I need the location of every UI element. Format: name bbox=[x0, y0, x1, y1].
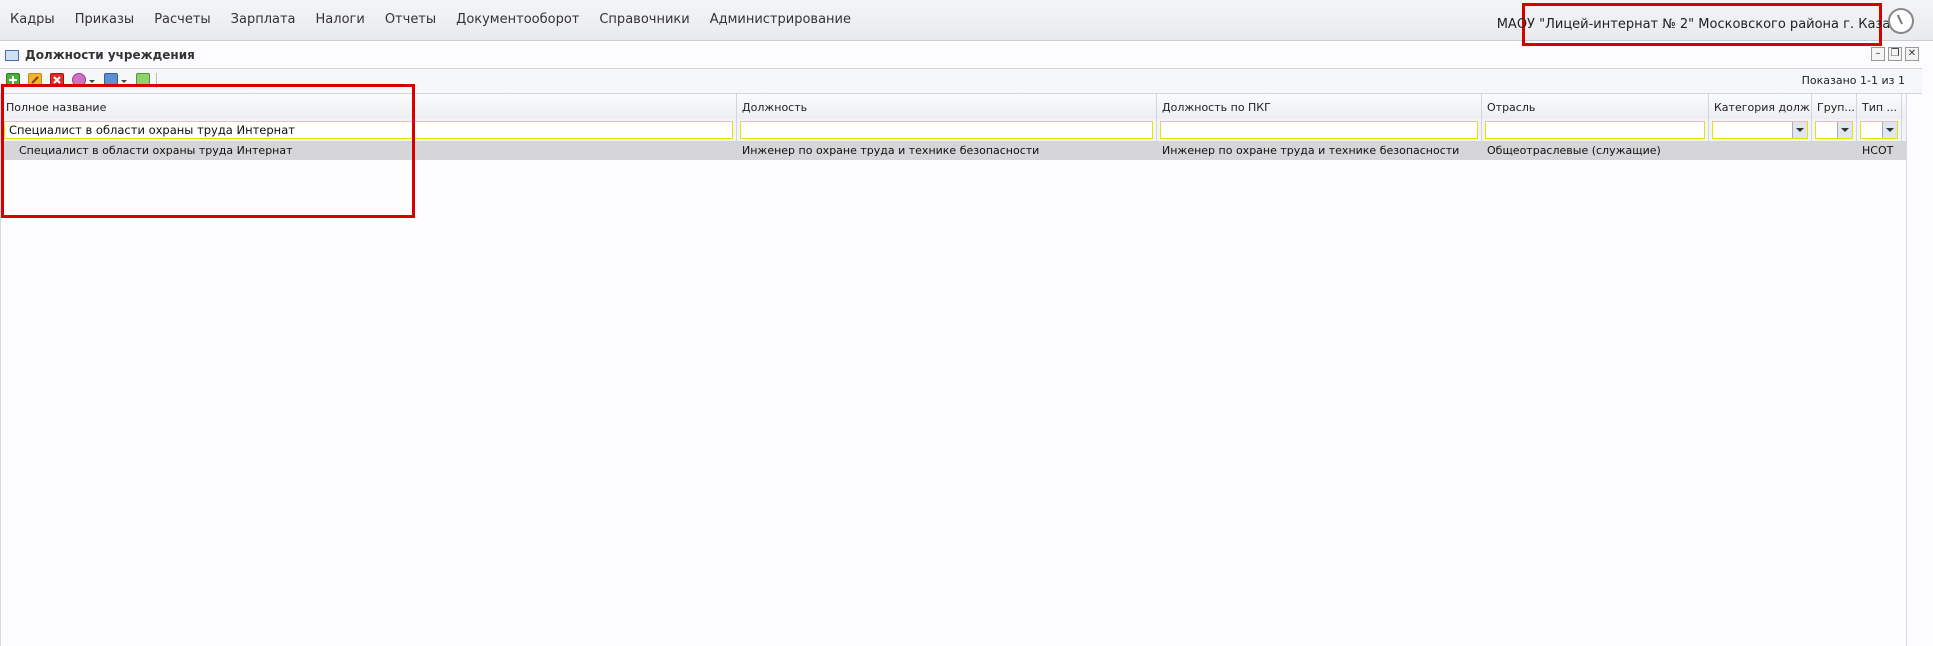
filter-category-select[interactable] bbox=[1712, 121, 1808, 139]
menu-item-taxes[interactable]: Налоги bbox=[306, 12, 375, 27]
cell-branch[interactable]: Общеотраслевые (служащие) bbox=[1482, 142, 1709, 160]
column-header-type[interactable]: Тип ... bbox=[1857, 94, 1902, 119]
organization-name[interactable]: МАОУ "Лицей-интернат № 2" Московского ра… bbox=[1497, 17, 1908, 32]
close-icon[interactable]: ✕ bbox=[1905, 47, 1919, 61]
grid-header-row: Полное название Должность Должность по П… bbox=[1, 94, 1906, 120]
refresh-icon[interactable] bbox=[136, 73, 150, 87]
menu-item-administration[interactable]: Администрирование bbox=[700, 12, 861, 27]
column-header-group[interactable]: Груп... bbox=[1812, 94, 1857, 119]
restore-icon[interactable]: ❐ bbox=[1888, 47, 1902, 61]
column-header-full-name[interactable]: Полное название bbox=[1, 94, 737, 119]
cell-pkg-position[interactable]: Инженер по охране труда и технике безопа… bbox=[1157, 142, 1482, 160]
grid-filter-row bbox=[1, 119, 1906, 142]
table-row[interactable]: Специалист в области охраны труда Интерн… bbox=[1, 142, 1906, 160]
toolbar: Показано 1-1 из 1 bbox=[0, 68, 1922, 94]
positions-grid: Полное название Должность Должность по П… bbox=[0, 94, 1907, 646]
menu-item-calculations[interactable]: Расчеты bbox=[144, 12, 220, 27]
column-header-category[interactable]: Категория долж... bbox=[1709, 94, 1812, 119]
filter-position-input[interactable] bbox=[740, 121, 1153, 139]
cell-group[interactable] bbox=[1812, 142, 1857, 160]
column-header-pkg-position[interactable]: Должность по ПКГ bbox=[1157, 94, 1482, 119]
cell-position[interactable]: Инженер по охране труда и технике безопа… bbox=[737, 142, 1157, 160]
menu-item-reports[interactable]: Отчеты bbox=[375, 12, 446, 27]
cell-full-name[interactable]: Специалист в области охраны труда Интерн… bbox=[1, 142, 737, 160]
edit-icon[interactable] bbox=[28, 73, 42, 87]
toolbar-separator bbox=[156, 73, 157, 88]
minimize-icon[interactable]: – bbox=[1871, 47, 1885, 61]
chevron-down-icon[interactable] bbox=[89, 80, 95, 83]
chevron-down-icon[interactable] bbox=[1882, 122, 1897, 138]
window-controls: – ❐ ✕ bbox=[1871, 47, 1919, 61]
filter-full-name-input[interactable] bbox=[4, 121, 733, 139]
clock-icon[interactable] bbox=[1888, 8, 1914, 34]
menu-item-salary[interactable]: Зарплата bbox=[221, 12, 306, 27]
filter-type-select[interactable] bbox=[1860, 121, 1898, 139]
top-menu-bar: Кадры Приказы Расчеты Зарплата Налоги От… bbox=[0, 0, 1933, 46]
chevron-down-icon[interactable] bbox=[1837, 122, 1852, 138]
main-menu: Кадры Приказы Расчеты Зарплата Налоги От… bbox=[0, 0, 861, 38]
menu-item-orders[interactable]: Приказы bbox=[65, 12, 144, 27]
filter-group-select[interactable] bbox=[1815, 121, 1853, 139]
menu-item-kadry[interactable]: Кадры bbox=[0, 12, 65, 27]
pager-info: Показано 1-1 из 1 bbox=[1801, 74, 1905, 87]
window-title-bar: Должности учреждения – ❐ ✕ bbox=[0, 45, 1933, 65]
window-title: Должности учреждения bbox=[25, 48, 195, 62]
cell-type[interactable]: НСОТ bbox=[1857, 142, 1902, 160]
chevron-down-icon[interactable] bbox=[121, 80, 127, 83]
filter-branch-input[interactable] bbox=[1485, 121, 1705, 139]
organization-name-highlight: МАОУ "Лицей-интернат № 2" Московского ра… bbox=[1497, 3, 1907, 46]
chevron-down-icon[interactable] bbox=[1792, 122, 1807, 138]
menu-item-references[interactable]: Справочники bbox=[589, 12, 699, 27]
settings-dropdown-icon[interactable] bbox=[72, 73, 86, 87]
filter-pkg-position-input[interactable] bbox=[1160, 121, 1478, 139]
window-table-icon bbox=[5, 49, 19, 61]
menu-item-documents[interactable]: Документооборот bbox=[446, 12, 589, 27]
column-header-position[interactable]: Должность bbox=[737, 94, 1157, 119]
print-dropdown-icon[interactable] bbox=[104, 73, 118, 87]
delete-icon[interactable] bbox=[50, 73, 64, 87]
column-header-branch[interactable]: Отрасль bbox=[1482, 94, 1709, 119]
add-icon[interactable] bbox=[6, 73, 20, 87]
cell-category[interactable] bbox=[1709, 142, 1812, 160]
